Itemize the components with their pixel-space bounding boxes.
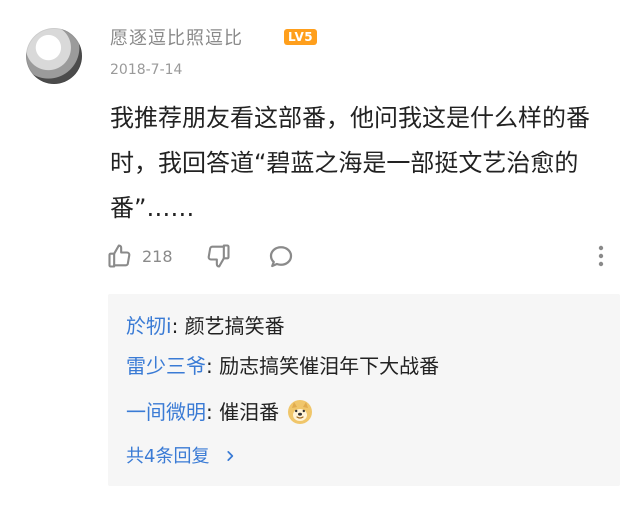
dislike-button[interactable]: [204, 238, 232, 274]
comment-actions: 218: [106, 238, 620, 274]
like-count: 218: [142, 246, 173, 266]
reply-author[interactable]: 於牣i: [126, 314, 172, 338]
thumbs-up-icon: [106, 242, 134, 270]
more-options-button[interactable]: [596, 238, 606, 274]
reply-text: 颜艺搞笑番: [184, 314, 285, 338]
level-badge: LV5: [284, 29, 318, 45]
reply-item: 一间微明: 催泪番: [126, 398, 313, 426]
reply-separator: :: [206, 400, 220, 424]
vertical-ellipsis-icon: [596, 242, 606, 270]
reply-button[interactable]: [266, 238, 296, 274]
like-button[interactable]: 218: [106, 238, 173, 274]
thumbs-down-icon: [204, 242, 232, 270]
doge-emoji-icon: [287, 399, 313, 425]
reply-text: 催泪番: [219, 400, 280, 424]
reply-separator: :: [171, 314, 185, 338]
reply-author[interactable]: 一间微明: [126, 400, 206, 424]
reply-item: 雷少三爷: 励志搞笑催泪年下大战番: [126, 352, 439, 380]
comment-text: 我推荐朋友看这部番，他问我这是什么样的番时，我回答道“碧蓝之海是一部挺文艺治愈的…: [110, 104, 590, 222]
chevron-right-icon: [223, 445, 237, 461]
replies-box: 於牣i: 颜艺搞笑番 雷少三爷: 励志搞笑催泪年下大战番 一间微明: 催泪番 共…: [108, 294, 620, 486]
reply-item: 於牣i: 颜艺搞笑番: [126, 312, 285, 340]
reply-separator: :: [206, 354, 220, 378]
comment-date: 2018-7-14: [110, 62, 183, 78]
view-all-replies-link[interactable]: 共4条回复: [126, 444, 237, 470]
reply-author[interactable]: 雷少三爷: [126, 354, 206, 378]
view-all-replies-label: 共4条回复: [126, 446, 210, 467]
speech-bubble-icon: [266, 241, 296, 271]
reply-text: 励志搞笑催泪年下大战番: [219, 354, 440, 378]
avatar[interactable]: [26, 28, 82, 84]
username[interactable]: 愿逐逗比照逗比: [110, 24, 243, 50]
